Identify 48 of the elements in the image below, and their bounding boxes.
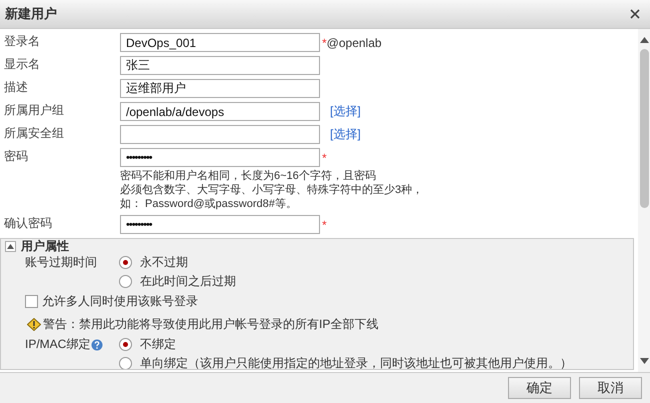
text-field[interactable]: DevOps_001 bbox=[120, 33, 320, 52]
help-icon[interactable] bbox=[91, 338, 104, 350]
warning-text: 警告：禁用此功能将导致使用此用户帐号登录的所有IP全部下线 bbox=[43, 316, 378, 332]
select-link[interactable]: [选择] bbox=[330, 126, 361, 143]
text-field[interactable] bbox=[120, 125, 320, 144]
radio-button[interactable] bbox=[119, 338, 132, 351]
radio-button[interactable] bbox=[119, 275, 132, 288]
scrollbar[interactable] bbox=[638, 29, 650, 372]
triangle-icon bbox=[7, 244, 14, 248]
required-marker: * bbox=[322, 150, 327, 164]
field-label: 确认密码 bbox=[4, 215, 53, 232]
field-label: 密码 bbox=[4, 148, 29, 165]
option-label: 不绑定 bbox=[140, 336, 176, 353]
field-label: 描述 bbox=[4, 79, 29, 96]
collapse-toggle[interactable] bbox=[5, 240, 16, 252]
required-marker: * bbox=[322, 218, 327, 232]
field-label: 所属安全组 bbox=[4, 125, 65, 142]
checkbox[interactable] bbox=[25, 294, 38, 308]
radio-button[interactable] bbox=[119, 357, 132, 369]
field-label: 登录名 bbox=[4, 33, 41, 50]
close-icon[interactable] bbox=[630, 9, 640, 19]
password-hint: 必须包含数字、大写字母、小写字母、特殊字符中的至少3种， bbox=[120, 183, 424, 197]
option-label: 单向绑定（该用户只能使用指定的地址登录，同时该地址也可被其他用户使用。） bbox=[140, 355, 572, 369]
field-label: IP/MAC绑定 bbox=[25, 336, 90, 353]
checkbox-label: 允许多人同时使用该账号登录 bbox=[42, 292, 198, 310]
option-label: 在此时间之后过期 bbox=[140, 273, 236, 290]
section-title: 用户属性 bbox=[21, 239, 69, 254]
dialog-button[interactable]: 确定 bbox=[508, 377, 571, 399]
required-marker: * bbox=[322, 36, 327, 50]
text-field[interactable]: 张三 bbox=[120, 56, 320, 75]
password-field[interactable]: ••••••••• bbox=[120, 148, 320, 167]
text-field[interactable]: /openlab/a/devops bbox=[120, 102, 320, 121]
scroll-down-icon[interactable] bbox=[640, 358, 648, 364]
field-label: 账号过期时间 bbox=[25, 254, 98, 271]
password-hint: 如： Password@或password8#等。 bbox=[120, 197, 298, 211]
field-label: 显示名 bbox=[4, 56, 41, 73]
scroll-up-icon[interactable] bbox=[640, 37, 648, 43]
password-hint: 密码不能和用户名相同，长度为6~16个字符，且密码 bbox=[120, 169, 377, 183]
radio-button[interactable] bbox=[119, 256, 132, 269]
password-field[interactable]: ••••••••• bbox=[120, 215, 320, 234]
select-link[interactable]: [选择] bbox=[330, 103, 361, 120]
text-field[interactable]: 运维部用户 bbox=[120, 79, 320, 98]
domain-suffix: @openlab bbox=[326, 36, 382, 50]
dialog-button[interactable]: 取消 bbox=[579, 377, 642, 399]
warning-icon bbox=[27, 318, 41, 330]
dialog-title: 新建用户 bbox=[5, 5, 57, 23]
field-label: 所属用户组 bbox=[4, 102, 65, 119]
option-label: 永不过期 bbox=[140, 254, 188, 271]
